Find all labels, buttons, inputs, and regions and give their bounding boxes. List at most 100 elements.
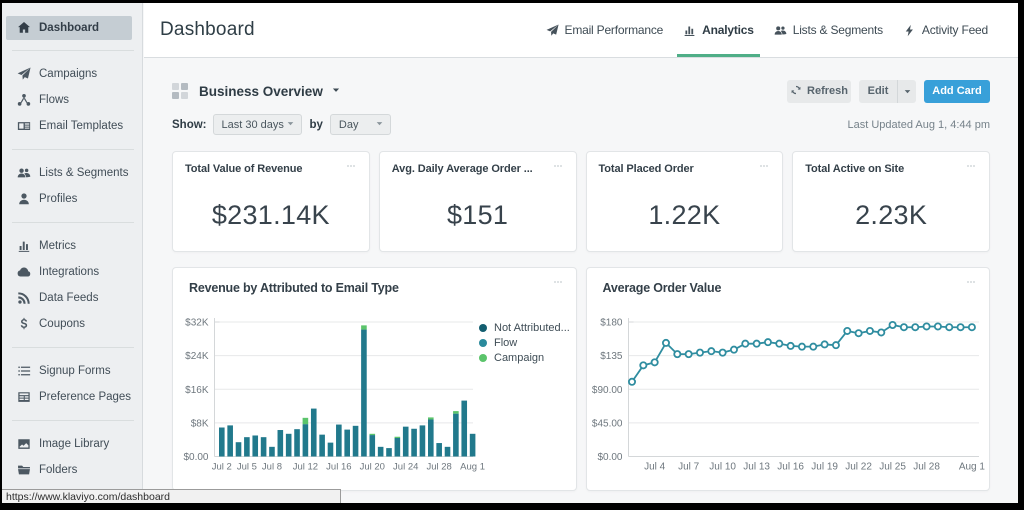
edit-caret-down-icon[interactable] [897,80,916,103]
bar-segment[interactable] [261,437,267,456]
board-name-dropdown-label[interactable]: Business Overview [199,84,323,99]
interval-select[interactable]: Day [330,114,391,135]
bar-segment[interactable] [453,414,459,457]
sidebar-item-flows[interactable]: Flows [2,87,142,113]
sidebar-item-data-feeds[interactable]: Data Feeds [2,285,142,311]
bar-segment[interactable] [252,435,258,456]
bar-segment[interactable] [369,435,375,456]
bar-segment[interactable] [436,443,442,456]
bar-segment[interactable] [353,426,359,457]
line-point[interactable] [957,324,963,330]
bar-segment[interactable] [344,430,350,457]
line-point[interactable] [912,324,918,330]
line-point[interactable] [776,341,782,347]
line-point[interactable] [934,323,940,329]
bar-segment[interactable] [445,447,451,457]
line-point[interactable] [640,362,646,368]
bar-segment[interactable] [219,427,225,456]
sidebar-item-dashboard[interactable]: Dashboard [6,16,132,40]
legend-item[interactable]: Flow [479,336,570,349]
bar-segment[interactable] [244,437,250,456]
line-point[interactable] [651,359,657,365]
line-point[interactable] [855,330,861,336]
line-point[interactable] [708,348,714,354]
bar-segment[interactable] [470,434,476,457]
bar-segment-campaign[interactable] [428,417,434,419]
line-point[interactable] [730,347,736,353]
sidebar-item-image-library[interactable]: Image Library [2,431,142,457]
bar-segment[interactable] [278,430,284,456]
line-point[interactable] [923,323,929,329]
line-point[interactable] [878,329,884,335]
line-point[interactable] [810,344,816,350]
card-menu-dots-icon[interactable] [344,162,358,170]
sidebar-item-coupons[interactable]: Coupons [2,311,142,337]
line-point[interactable] [866,328,872,334]
bar-segment[interactable] [361,330,367,457]
bar-segment[interactable] [386,448,392,456]
line-point[interactable] [628,379,634,385]
bar-segment[interactable] [336,425,342,457]
line-point[interactable] [742,341,748,347]
line-point[interactable] [787,343,793,349]
bar-segment-campaign[interactable] [361,325,367,329]
bar-segment[interactable] [319,435,325,457]
sidebar-item-metrics[interactable]: Metrics [2,233,142,259]
bar-segment[interactable] [286,434,292,457]
tab-lists-segments[interactable]: Lists & Segments [764,3,893,57]
sidebar-item-signup-forms[interactable]: Signup Forms [2,358,142,384]
card-menu-dots-icon[interactable] [757,162,771,170]
line-point[interactable] [844,328,850,334]
edit-button[interactable]: Edit [859,85,897,97]
line-point[interactable] [685,351,691,357]
bar-segment[interactable] [411,429,417,457]
sidebar-item-integrations[interactable]: Integrations [2,259,142,285]
line-point[interactable] [764,339,770,345]
tab-email-performance[interactable]: Email Performance [536,3,674,57]
bar-segment-campaign[interactable] [303,418,309,424]
line-point[interactable] [696,350,702,356]
card-menu-dots-icon[interactable] [551,162,565,170]
sidebar-item-campaigns[interactable]: Campaigns [2,61,142,87]
add-card-button[interactable]: Add Card [924,80,990,103]
bar-segment[interactable] [227,425,233,456]
line-point[interactable] [832,342,838,348]
bar-segment[interactable] [378,447,384,457]
line-point[interactable] [946,324,952,330]
line-point[interactable] [662,340,668,346]
bar-segment-campaign[interactable] [453,411,459,414]
legend-item[interactable]: Campaign [479,351,570,364]
line-point[interactable] [889,322,895,328]
refresh-button[interactable]: Refresh [787,80,851,103]
bar-segment-campaign[interactable] [395,437,401,438]
card-menu-dots-icon[interactable] [964,162,978,170]
line-point[interactable] [968,324,974,330]
date-range-select[interactable]: Last 30 days [213,114,302,135]
tab-activity-feed[interactable]: Activity Feed [893,3,998,57]
line-point[interactable] [798,344,804,350]
tab-analytics[interactable]: Analytics [673,3,764,57]
board-caret-down-icon[interactable] [331,82,341,100]
line-point[interactable] [753,341,759,347]
bar-segment[interactable] [395,438,401,456]
line-point[interactable] [821,341,827,347]
bar-segment[interactable] [420,425,426,456]
bar-segment[interactable] [403,427,409,457]
bar-segment[interactable] [303,424,309,456]
sidebar-item-preference-pages[interactable]: Preference Pages [2,384,142,410]
bar-segment[interactable] [236,442,242,456]
sidebar-item-folders[interactable]: Folders [2,457,142,483]
bar-segment[interactable] [461,401,467,457]
legend-item[interactable]: Not Attributed... [479,321,570,334]
sidebar-item-profiles[interactable]: Profiles [2,186,142,212]
line-point[interactable] [900,324,906,330]
line-point[interactable] [674,351,680,357]
sidebar-item-lists-segments[interactable]: Lists & Segments [2,160,142,186]
sidebar-item-email-templates[interactable]: Email Templates [2,113,142,139]
bar-segment-campaign[interactable] [369,434,375,435]
bar-segment[interactable] [428,420,434,457]
bar-segment[interactable] [269,447,275,457]
line-point[interactable] [719,350,725,356]
bar-segment[interactable] [311,409,317,457]
bar-segment[interactable] [328,443,334,457]
